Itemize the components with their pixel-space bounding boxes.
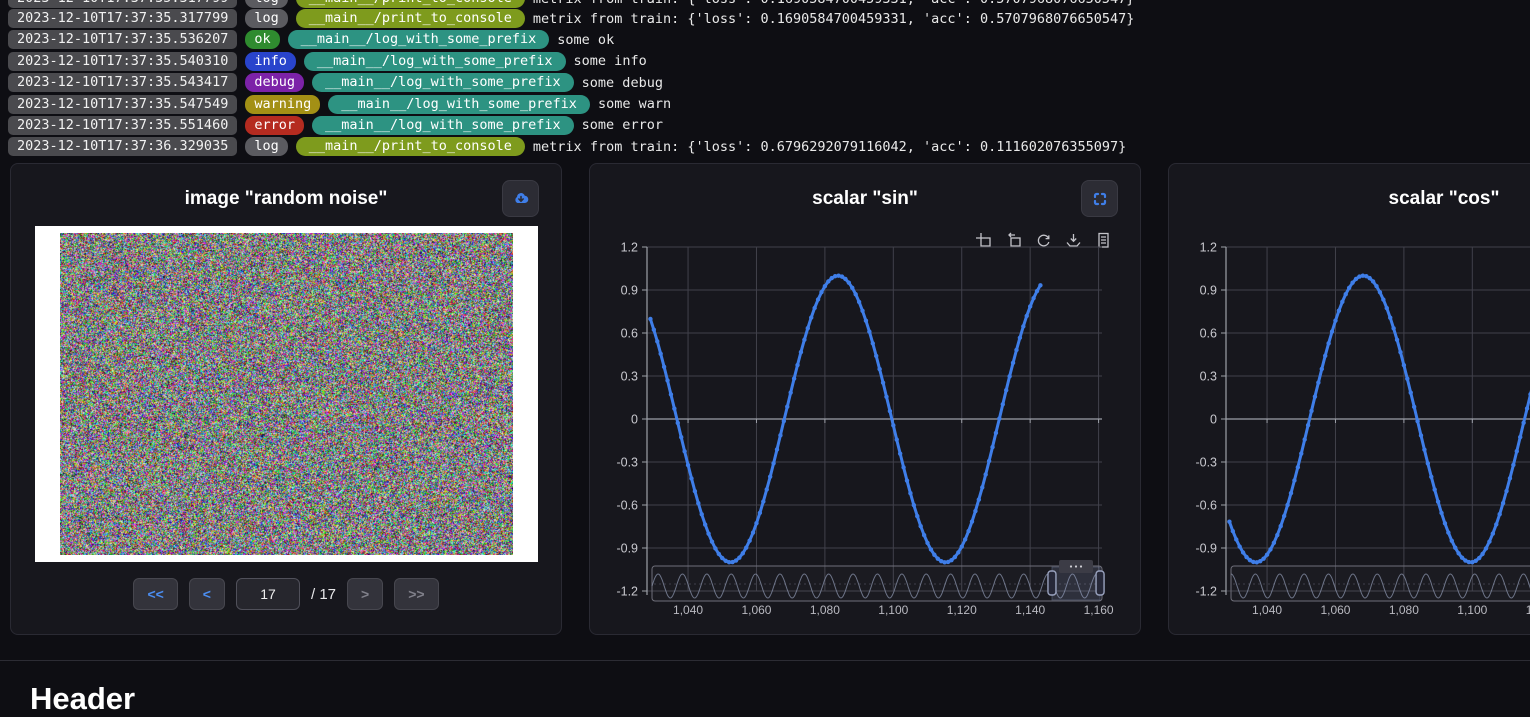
page-input[interactable] (236, 578, 300, 610)
sin-chart: 1.2 0.9 0.6 0.3 0 -0.3 -0.6 -0.9 -1.2 1,040 1,060 1… (590, 164, 1142, 636)
log-row: 2023-12-10T17:37:35.551460 error __main__/… (8, 116, 1530, 135)
last-page-button[interactable]: >> (394, 578, 438, 610)
y-axis-label: -0.3 (1195, 456, 1217, 470)
datazoom-handle[interactable] (1048, 571, 1056, 595)
module-badge: __main__/log_with_some_prefix (304, 52, 566, 71)
x-axis-label: 1,100 (878, 603, 908, 617)
datazoom-handle[interactable] (1096, 571, 1104, 595)
y-axis-label: 1.2 (1200, 241, 1217, 255)
log-row: 2023-12-10T17:37:35.547549 warning __main_… (8, 95, 1530, 114)
x-axis-label: 1,080 (810, 603, 840, 617)
chart-card-sin: scalar "sin" 1.20.90.60.30-0.3-0.6-0.9-1… (589, 163, 1141, 635)
module-badge: __main__/print_to_console (296, 137, 525, 156)
log-message: some ok (557, 32, 614, 48)
log-message: some info (574, 53, 647, 69)
y-axis-label: -0.9 (616, 542, 638, 556)
y-axis-label: 0 (631, 413, 638, 427)
log-message: metrix from train: {'loss': 0.6796292079… (533, 139, 1126, 155)
chart-card-cos: scalar "cos" 1.20.90.60.30-0.3-0.6-0.9-1… (1168, 163, 1530, 635)
log-message: some warn (598, 96, 671, 112)
timestamp-chip: 2023-12-10T17:37:36.329035 (8, 137, 237, 156)
log-level-badge: log (245, 0, 287, 8)
module-badge: __main__/log_with_some_prefix (312, 73, 574, 92)
y-axis-label: 1.2 (621, 241, 638, 255)
y-axis-label: -0.6 (1195, 499, 1217, 513)
cards-row: image "random noise" << < / 17 > >> scal… (10, 163, 1530, 635)
y-axis-label: 0.6 (1200, 327, 1217, 341)
y-axis-label: 0.9 (1200, 284, 1217, 298)
log-level-badge: log (245, 9, 287, 28)
datazoom-slider[interactable] (1231, 566, 1530, 601)
y-axis-label: 0.3 (621, 370, 638, 384)
noise-image (60, 233, 513, 555)
timestamp-chip: 2023-12-10T17:37:35.317799 (8, 9, 237, 28)
image-card-title: image "random noise" (11, 188, 561, 210)
x-axis-label: 1,060 (1320, 603, 1350, 617)
log-level-badge: error (245, 116, 304, 135)
y-axis-label: -1.2 (616, 585, 638, 599)
log-level-badge: info (245, 52, 296, 71)
log-row: 2023-12-10T17:37:36.329035 log __main__/pr… (8, 137, 1530, 156)
pagination: << < / 17 > >> (11, 578, 561, 610)
log-level-badge: ok (245, 30, 279, 49)
x-axis-label: 1,140 (1015, 603, 1045, 617)
y-axis-label: 0.9 (621, 284, 638, 298)
y-axis-label: -0.6 (616, 499, 638, 513)
module-badge: __main__/log_with_some_prefix (328, 95, 590, 114)
log-row: 2023-12-10T17:37:35.543417 debug __main__/… (8, 73, 1530, 92)
footer-divider (0, 660, 1530, 661)
y-axis-label: -0.3 (616, 456, 638, 470)
log-level-badge: debug (245, 73, 304, 92)
timestamp-chip: 2023-12-10T17:37:35.317799 (8, 0, 237, 8)
log-row: 2023-12-10T17:37:35.540310 info __main__/l… (8, 52, 1530, 71)
log-message: some error (582, 117, 663, 133)
y-axis-label: 0.6 (621, 327, 638, 341)
log-message: some debug (582, 75, 663, 91)
timestamp-chip: 2023-12-10T17:37:35.547549 (8, 95, 237, 114)
log-row: 2023-12-10T17:37:35.317799 log __main__/pr… (8, 9, 1530, 28)
log-message: metrix from train: {'loss': 0.1690584700… (533, 0, 1134, 7)
x-axis-label: 1,100 (1457, 603, 1487, 617)
x-axis-label: 1,040 (1252, 603, 1282, 617)
cloud-download-icon (511, 189, 531, 209)
x-axis-label: 1,160 (1084, 603, 1114, 617)
module-badge: __main__/print_to_console (296, 0, 525, 8)
page-total: / 17 (311, 586, 336, 603)
log-level-badge: log (245, 137, 287, 156)
footer-heading: Header (30, 681, 135, 717)
y-axis-label: 0 (1210, 413, 1217, 427)
module-badge: __main__/print_to_console (296, 9, 525, 28)
x-axis-label: 1,120 (1526, 603, 1530, 617)
x-axis-label: 1,120 (947, 603, 977, 617)
timestamp-chip: 2023-12-10T17:37:35.543417 (8, 73, 237, 92)
image-card: image "random noise" << < / 17 > >> (10, 163, 562, 635)
y-axis-label: -0.9 (1195, 542, 1217, 556)
first-page-button[interactable]: << (133, 578, 177, 610)
y-axis-label: 0.3 (1200, 370, 1217, 384)
x-axis-label: 1,060 (741, 603, 771, 617)
module-badge: __main__/log_with_some_prefix (288, 30, 550, 49)
y-axis-label: -1.2 (1195, 585, 1217, 599)
log-row: 2023-12-10T17:37:35.536207 ok __main__/log… (8, 30, 1530, 49)
log-message: metrix from train: {'loss': 0.1690584700… (533, 11, 1134, 27)
log-level-badge: warning (245, 95, 320, 114)
timestamp-chip: 2023-12-10T17:37:35.551460 (8, 116, 237, 135)
log-partial-row: 2023-12-10T17:37:35.317799 log __main__/pr… (8, 0, 1530, 9)
download-button[interactable] (502, 180, 539, 217)
x-axis-label: 1,080 (1389, 603, 1419, 617)
timestamp-chip: 2023-12-10T17:37:35.540310 (8, 52, 237, 71)
timestamp-chip: 2023-12-10T17:37:35.536207 (8, 30, 237, 49)
module-badge: __main__/log_with_some_prefix (312, 116, 574, 135)
log-row: 2023-12-10T17:37:35.317799 log __main__/pr… (8, 0, 1530, 8)
x-axis-label: 1,040 (673, 603, 703, 617)
cos-chart: 1.2 0.9 0.6 0.3 0 -0.3 -0.6 -0.9 -1.2 1,040 1,060 1… (1169, 164, 1530, 636)
prev-page-button[interactable]: < (189, 578, 225, 610)
next-page-button[interactable]: > (347, 578, 383, 610)
image-frame (35, 226, 538, 562)
log-section: 2023-12-10T17:37:35.317799 log __main__/pr… (8, 0, 1530, 159)
